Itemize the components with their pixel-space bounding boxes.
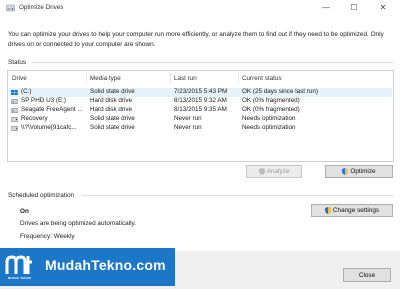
drive-media-type: Hard disk drive: [90, 97, 132, 104]
drive-status: Needs optimization: [242, 124, 296, 131]
drive-name: (C:): [21, 88, 32, 95]
drive-row-c[interactable]: (C:) Solid state drive 7/23/2015 5:43 PM…: [9, 88, 392, 97]
optimize-button[interactable]: Optimize: [325, 165, 393, 178]
column-separator: [170, 73, 171, 83]
drive-media-type: Solid state drive: [90, 88, 135, 95]
shield-icon: [258, 168, 265, 175]
drive-media-type: Solid state drive: [90, 115, 135, 122]
column-header-last-run[interactable]: Last run: [174, 75, 197, 82]
column-header-drive[interactable]: Drive: [12, 75, 27, 82]
drives-list[interactable]: Drive Media type Last run Current status…: [7, 70, 394, 162]
drive-status: OK (25 days since last run): [242, 88, 318, 95]
watermark-banner: MUDAH TEKNO MudahTekno.com: [0, 248, 175, 286]
drive-media-type: Hard disk drive: [90, 106, 132, 113]
drive-last-run: Never run: [174, 115, 202, 122]
drive-row-volume[interactable]: \\?\Volume{91cafc... Solid state drive N…: [9, 124, 392, 133]
drive-icon: [11, 116, 18, 122]
watermark-site: MudahTekno.com: [45, 257, 166, 273]
close-window-button[interactable]: ✕: [375, 2, 391, 13]
schedule-state: On: [20, 208, 29, 215]
shield-icon: [324, 207, 331, 214]
watermark-logo-text: MUDAH TEKNO: [8, 276, 32, 280]
drive-row-e[interactable]: SP PHD U3 (E:) Hard disk drive 8/13/2015…: [9, 97, 392, 106]
drive-icon: [11, 125, 18, 131]
drive-status: OK (0% fragmented): [242, 97, 300, 104]
status-label: Status: [8, 59, 27, 66]
drive-row-seagate[interactable]: Seagate FreeAgent ... Hard disk drive 8/…: [9, 106, 392, 115]
window-title: Optimize Drives: [19, 4, 64, 11]
usb-drive-icon: [11, 107, 18, 113]
optimize-drives-icon: [6, 4, 15, 12]
drive-name: \\?\Volume{91cafc...: [21, 124, 77, 131]
drive-name: Seagate FreeAgent ...: [21, 106, 83, 113]
drive-name: SP PHD U3 (E:): [21, 97, 67, 104]
drive-media-type: Solid state drive: [90, 124, 135, 131]
schedule-description: Drives are being optimized automatically…: [20, 220, 137, 227]
column-header-current-status[interactable]: Current status: [242, 75, 282, 82]
drive-status: OK (0% fragmented): [242, 106, 300, 113]
column-header-media-type[interactable]: Media type: [90, 75, 121, 82]
column-separator: [86, 73, 87, 83]
usb-drive-icon: [11, 98, 18, 104]
scheduled-divider: [82, 195, 393, 196]
close-label: Close: [358, 271, 376, 279]
windows-drive-icon: [11, 89, 18, 95]
drive-name: Recovery: [21, 115, 48, 122]
change-settings-label: Change settings: [332, 207, 380, 214]
scheduled-label: Scheduled optimization: [8, 192, 75, 199]
shield-icon: [342, 168, 349, 175]
change-settings-button[interactable]: Change settings: [311, 204, 393, 217]
close-button[interactable]: Close: [343, 268, 391, 282]
drive-last-run: 8/13/2015 9:32 AM: [174, 97, 227, 104]
drive-last-run: 8/13/2015 9:35 AM: [174, 106, 227, 113]
intro-text: You can optimize your drives to help you…: [8, 31, 384, 48]
drive-row-recovery[interactable]: Recovery Solid state drive Never run Nee…: [9, 115, 392, 124]
minimize-button[interactable]: —: [318, 2, 334, 13]
drive-status: Needs optimization: [242, 115, 296, 122]
optimize-label: Optimize: [350, 168, 376, 175]
status-divider: [32, 62, 393, 63]
analyze-button[interactable]: Analyze: [246, 165, 302, 178]
drive-last-run: Never run: [174, 124, 202, 131]
drive-last-run: 7/23/2015 5:43 PM: [174, 88, 228, 95]
analyze-label: Analyze: [266, 168, 290, 175]
mt-logo-icon: [5, 255, 32, 274]
schedule-frequency: Frequency: Weekly: [20, 233, 75, 240]
title-bar: Optimize Drives — ☐ ✕: [0, 0, 400, 16]
maximize-button[interactable]: ☐: [346, 2, 362, 13]
column-separator: [238, 73, 239, 83]
